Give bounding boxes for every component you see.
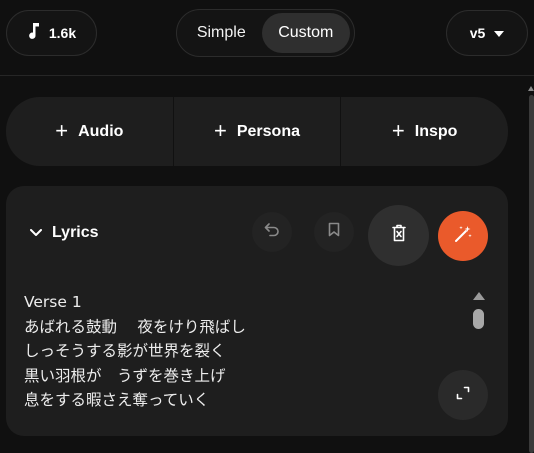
lyrics-line: 黒い羽根が うずを巻き上げ xyxy=(24,366,226,385)
undo-button[interactable] xyxy=(252,212,292,252)
plus-icon: + xyxy=(391,117,405,143)
model-version-select[interactable]: v5 xyxy=(446,10,528,56)
expand-icon xyxy=(456,386,470,405)
mode-simple-button[interactable]: Simple xyxy=(181,13,262,53)
lyrics-card: Lyrics Verse 1 あばれる鼓動 夜をけり飛ばし しっそうする影が世界… xyxy=(6,186,508,436)
lyrics-line: Verse 1 xyxy=(24,293,82,311)
add-inspo-button[interactable]: + Inspo xyxy=(340,97,508,166)
bookmark-button[interactable] xyxy=(314,212,354,252)
chevron-down-icon xyxy=(30,224,42,242)
lyrics-label: Lyrics xyxy=(52,224,99,241)
generate-lyrics-button[interactable] xyxy=(438,211,488,261)
model-version-label: v5 xyxy=(469,25,486,41)
credits-badge[interactable]: 1.6k xyxy=(6,10,97,56)
top-bar: 1.6k Simple Custom v5 xyxy=(0,0,534,76)
lyrics-line: あばれる鼓動 夜をけり飛ばし xyxy=(24,317,246,336)
lyrics-scroll-up-arrow[interactable] xyxy=(473,292,485,300)
page-scrollbar-thumb[interactable] xyxy=(529,95,534,453)
add-options-row: + Audio + Persona + Inspo xyxy=(6,97,508,166)
add-audio-button[interactable]: + Audio xyxy=(6,97,173,166)
lyrics-collapse-toggle[interactable]: Lyrics xyxy=(30,224,99,242)
magic-wand-icon xyxy=(453,224,473,249)
clear-lyrics-icon xyxy=(391,224,407,247)
credits-value: 1.6k xyxy=(48,25,77,41)
mode-switch: Simple Custom xyxy=(176,9,355,57)
expand-lyrics-button[interactable] xyxy=(438,370,488,420)
lyrics-line: 息をする暇さえ奪っていく xyxy=(24,391,210,409)
caret-down-icon xyxy=(494,24,505,42)
undo-icon xyxy=(264,222,280,242)
lyrics-textarea[interactable]: Verse 1 あばれる鼓動 夜をけり飛ばし しっそうする影が世界を裂く 黒い羽… xyxy=(24,290,444,413)
lyrics-scrollbar-thumb[interactable] xyxy=(473,309,484,329)
bookmark-icon xyxy=(328,222,340,242)
music-note-icon xyxy=(27,22,41,45)
plus-icon: + xyxy=(55,117,69,143)
add-persona-label: Persona xyxy=(236,122,300,140)
plus-icon: + xyxy=(214,117,227,143)
add-audio-label: Audio xyxy=(78,122,124,140)
mode-custom-button[interactable]: Custom xyxy=(261,13,350,53)
add-persona-button[interactable]: + Persona xyxy=(172,97,341,166)
add-inspo-label: Inspo xyxy=(414,122,458,140)
page-scroll-up-arrow[interactable] xyxy=(528,86,534,91)
create-panel: 1.6k Simple Custom v5 + Audio + Persona … xyxy=(0,0,534,453)
clear-lyrics-button[interactable] xyxy=(368,205,429,266)
lyrics-line: しっそうする影が世界を裂く xyxy=(24,342,226,360)
